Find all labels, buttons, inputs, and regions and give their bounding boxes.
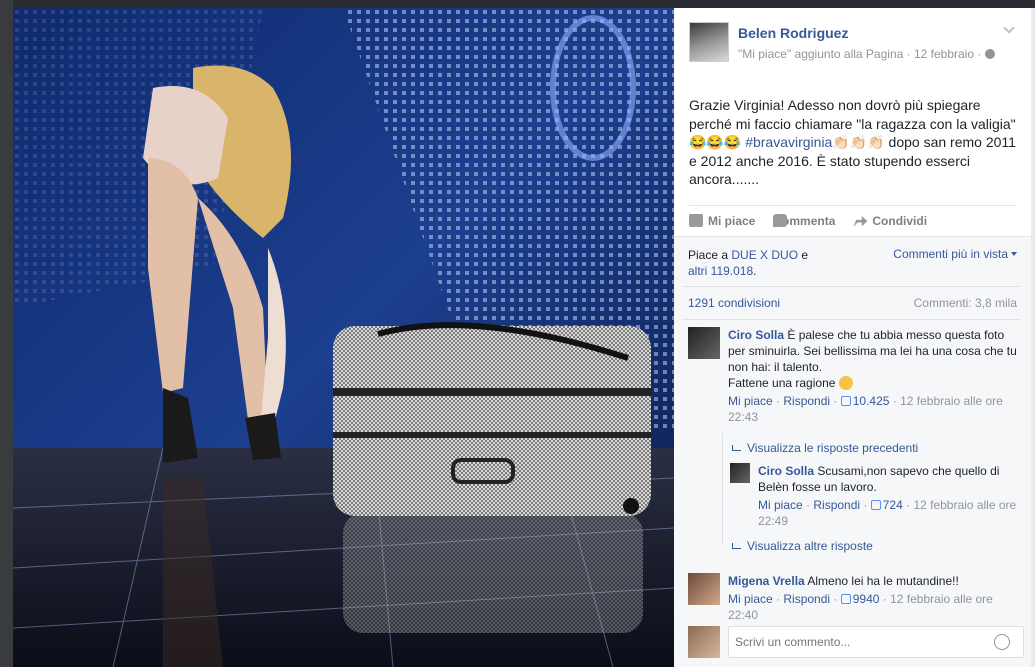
commenter-avatar[interactable] [688, 327, 720, 359]
reply-arrow-icon [732, 445, 741, 451]
comment-likes-value: 9940 [852, 592, 880, 606]
likes-suffix: . [753, 264, 757, 278]
comment-like-link[interactable]: Mi piace [728, 592, 773, 606]
post-photo[interactable] [13, 8, 674, 667]
likes-others-link[interactable]: altri 119.018 [688, 264, 753, 278]
reply-thread-line [722, 433, 723, 545]
share-button[interactable]: Condividi [853, 214, 927, 228]
divider [682, 286, 1021, 287]
share-label: Condividi [872, 213, 928, 228]
likes-prefix: Piace a [688, 248, 732, 262]
reply-likes-value: 724 [882, 498, 903, 512]
comment-body: Migena Vrella Almeno lei ha le mutandine… [728, 573, 1018, 623]
likes-summary: Piace a DUE X DUO e altri 119.018. [688, 247, 858, 279]
globe-icon [985, 49, 996, 59]
post-text: Grazie Virginia! Adesso non dovrò più sp… [689, 96, 1024, 189]
commenter-avatar[interactable] [688, 573, 720, 605]
likes-mid: e [798, 248, 809, 262]
emoji-picker-icon[interactable] [994, 634, 1010, 650]
comment-body: Ciro Solla È palese che tu abbia messo q… [728, 327, 1018, 425]
viewer-avatar [688, 626, 720, 658]
reply-arrow-icon [732, 543, 741, 549]
comment-likes-count[interactable]: 10.425 [840, 394, 890, 408]
photo-illustration [13, 8, 674, 667]
comment-author-link[interactable]: Migena Vrella [728, 574, 805, 588]
reply-reply-link[interactable]: Rispondi [813, 498, 860, 512]
panel-scrollbar[interactable] [1031, 8, 1035, 667]
viewer-backdrop-top [0, 0, 1035, 8]
reply-author-link[interactable]: Ciro Solla [758, 464, 814, 478]
shares-link[interactable]: 1291 condivisioni [688, 296, 780, 310]
caret-down-icon [1011, 252, 1017, 256]
comment-reply-link[interactable]: Rispondi [783, 394, 830, 408]
hashtag-link[interactable]: #bravavirginia [745, 134, 832, 150]
thumbs-up-icon [689, 214, 703, 227]
viewer-backdrop-left [0, 0, 13, 667]
comment-author-link[interactable]: Ciro Solla [728, 328, 784, 342]
post-header: Belen Rodriguez "Mi piace" aggiunto alla… [674, 8, 1031, 82]
post-meta: "Mi piace" aggiunto alla Pagina · 12 feb… [738, 47, 996, 61]
share-icon [853, 215, 868, 227]
page-avatar[interactable] [689, 22, 729, 62]
comment-button[interactable]: Commenta [773, 214, 835, 228]
thumbs-up-icon [840, 594, 851, 604]
reply-body: Ciro Solla Scusami,non sapevo che quello… [758, 463, 1020, 529]
comment-likes-count[interactable]: 9940 [840, 592, 880, 606]
post-side-panel: Belen Rodriguez "Mi piace" aggiunto alla… [674, 8, 1031, 667]
comment-order-dropdown[interactable]: Commenti più in vista [893, 247, 1017, 261]
reply-like-link[interactable]: Mi piace [758, 498, 803, 512]
commenter-avatar[interactable] [730, 463, 750, 483]
view-previous-replies-link[interactable]: Visualizza le risposte precedenti [732, 441, 918, 455]
divider [682, 319, 1021, 320]
post-actions: Mi piace Commenta Condividi [689, 205, 1017, 235]
view-previous-replies-label: Visualizza le risposte precedenti [747, 441, 919, 455]
view-more-replies-link[interactable]: Visualizza altre risposte [732, 539, 873, 553]
likes-friend-link[interactable]: DUE X DUO [731, 248, 798, 262]
reply-likes-count[interactable]: 724 [870, 498, 903, 512]
post-meta-text: "Mi piace" aggiunto alla Pagina · 12 feb… [738, 47, 982, 61]
comment-meta: Mi piace · Rispondi · 10.425 · 12 febbra… [728, 394, 1003, 424]
comment-icon [773, 214, 788, 227]
like-button[interactable]: Mi piace [689, 214, 755, 228]
comment-meta: Mi piace · Rispondi · 9940 · 12 febbraio… [728, 592, 993, 622]
reply-meta: Mi piace · Rispondi · 724 · 12 febbraio … [758, 498, 1017, 528]
like-label: Mi piace [708, 213, 756, 228]
thumbs-up-icon [870, 500, 881, 510]
comment-order-label: Commenti più in vista [893, 247, 1008, 261]
comment-text: Almeno lei ha le mutandine!! [804, 574, 959, 588]
comment-count: Commenti: 3,8 mila [913, 296, 1017, 310]
chevron-down-icon[interactable] [1003, 22, 1015, 34]
thumbs-up-icon [840, 396, 851, 406]
comment-likes-value: 10.425 [852, 394, 890, 408]
comment-input[interactable] [728, 626, 1024, 658]
comment-like-link[interactable]: Mi piace [728, 394, 773, 408]
view-more-replies-label: Visualizza altre risposte [747, 539, 873, 553]
comment-text-line2: Fattene una ragione [728, 376, 839, 390]
comment-reply-link[interactable]: Rispondi [783, 592, 830, 606]
winking-face-icon [838, 376, 853, 390]
feedback-section: Piace a DUE X DUO e altri 119.018. Commen… [674, 236, 1031, 667]
page-name-link[interactable]: Belen Rodriguez [738, 25, 848, 41]
